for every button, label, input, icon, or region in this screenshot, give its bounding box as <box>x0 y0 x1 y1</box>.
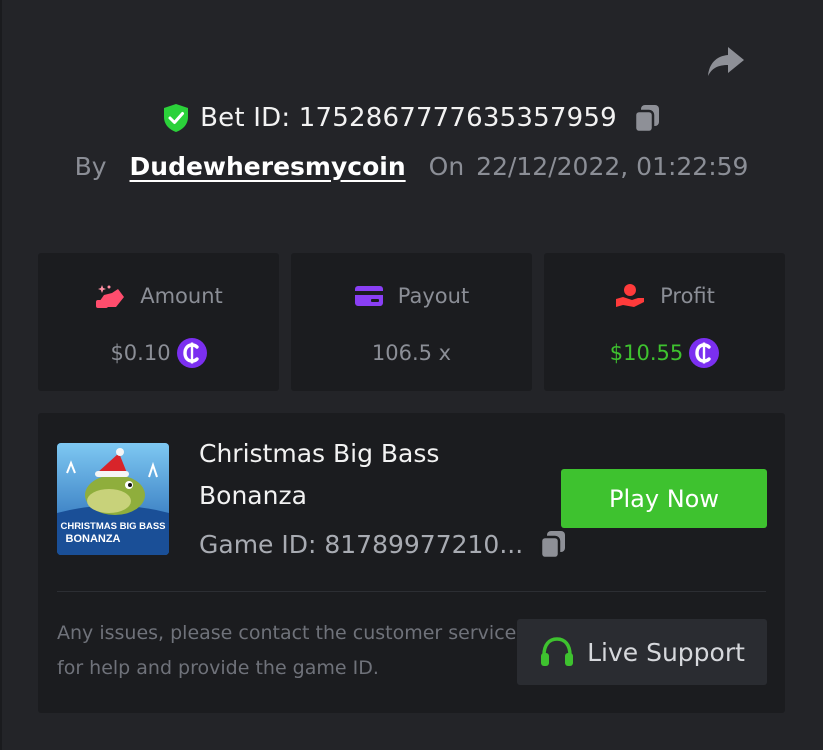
live-support-label: Live Support <box>587 637 745 667</box>
coin-icon <box>176 338 207 368</box>
game-panel: CHRISTMAS BIG BASS BONANZA Christmas Big… <box>38 413 785 713</box>
game-id-row: Game ID: 81789977210... <box>199 524 567 564</box>
shield-check-icon <box>164 104 189 132</box>
profit-value: $10.55 <box>609 341 684 365</box>
copy-bet-id-button[interactable] <box>633 103 661 133</box>
on-label: On <box>428 151 465 181</box>
hand-coin-icon <box>616 284 645 307</box>
payout-value: 106.5 x <box>371 341 452 365</box>
amount-label: Amount <box>140 284 223 308</box>
money-bag-icon <box>96 285 125 308</box>
thumbnail-title-line1: CHRISTMAS BIG BASS <box>60 521 165 532</box>
coin-icon <box>689 338 720 368</box>
live-support-button[interactable]: Live Support <box>517 619 767 685</box>
bet-datetime: 22/12/2022, 01:22:59 <box>476 151 749 181</box>
support-help-text: Any issues, please contact the customer … <box>57 622 517 679</box>
play-now-button[interactable]: Play Now <box>561 469 767 528</box>
amount-value: $0.10 <box>110 341 171 365</box>
copy-game-id-button[interactable] <box>539 529 567 559</box>
payout-card: Payout 106.5 x <box>291 253 532 391</box>
payout-label: Payout <box>397 284 470 308</box>
copy-icon <box>539 531 566 559</box>
bet-id-row: Bet ID: 1752867777635357959 <box>0 97 823 139</box>
share-button[interactable] <box>703 42 749 82</box>
card-icon <box>354 286 383 306</box>
username-link[interactable]: Dudewheresmycoin <box>130 152 406 181</box>
game-title: Christmas Big Bass Bonanza <box>199 439 440 510</box>
by-label: By <box>74 151 107 181</box>
headset-icon <box>541 637 574 666</box>
bet-id-text: Bet ID: 1752867777635357959 <box>200 103 617 133</box>
share-icon <box>708 47 744 76</box>
bet-meta-row: By Dudewheresmycoin On 22/12/2022, 01:22… <box>0 146 823 186</box>
profit-label: Profit <box>660 284 715 308</box>
amount-card: Amount $0.10 <box>38 253 279 391</box>
thumbnail-title-line2: BONANZA <box>66 533 121 545</box>
game-id-text: Game ID: 81789977210... <box>199 529 524 559</box>
divider <box>57 591 766 592</box>
profit-card: Profit $10.55 <box>544 253 785 391</box>
game-thumbnail[interactable]: CHRISTMAS BIG BASS BONANZA <box>57 443 169 555</box>
copy-icon <box>633 105 659 133</box>
